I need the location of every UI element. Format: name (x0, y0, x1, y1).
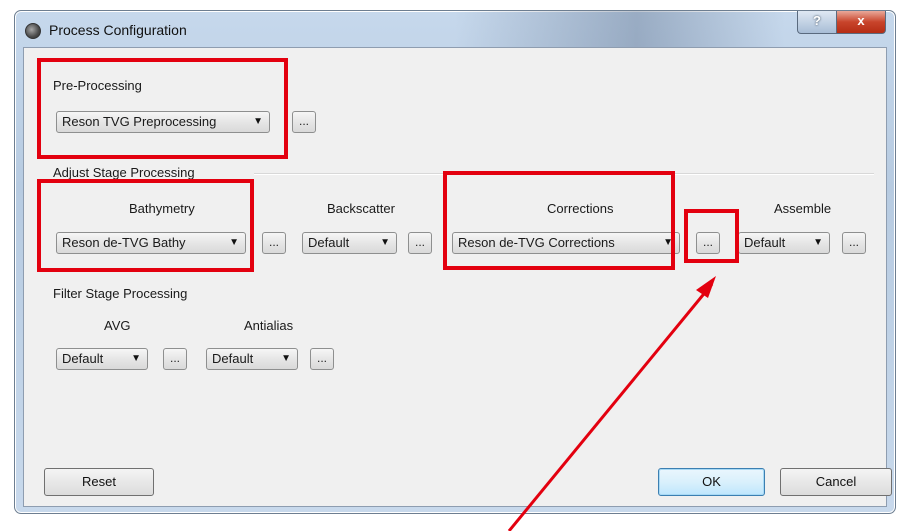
annotation-arrow-line (507, 283, 714, 531)
annotation-arrow (507, 276, 716, 531)
annotation-arrow-head (696, 276, 716, 298)
